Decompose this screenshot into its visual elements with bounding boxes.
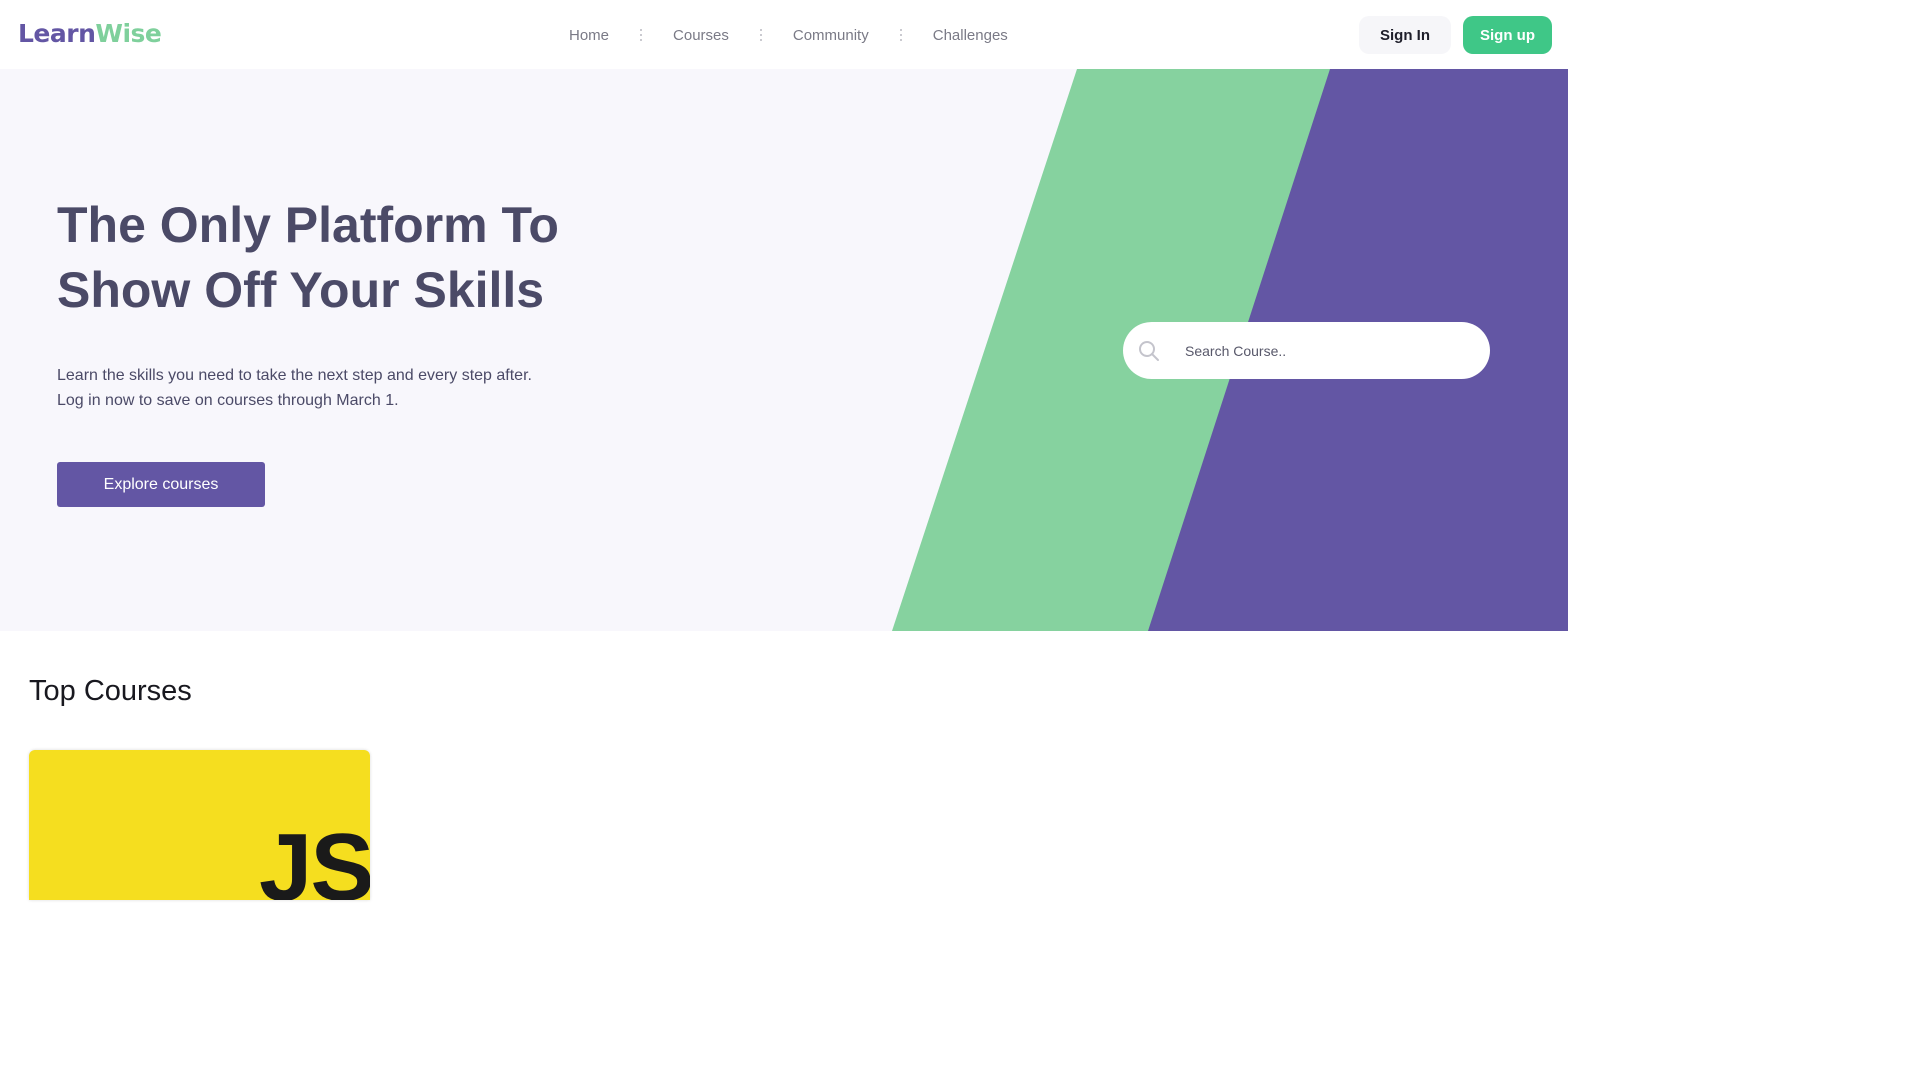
- hero-title: The Only Platform To Show Off Your Skill…: [57, 193, 617, 323]
- nav-item-courses[interactable]: Courses: [664, 27, 738, 44]
- nav-item-home[interactable]: Home: [560, 27, 618, 44]
- sign-up-button[interactable]: Sign up: [1463, 16, 1552, 54]
- course-logo-js: JS: [259, 814, 370, 901]
- brand-logo-part2: Wise: [95, 19, 162, 48]
- nav-item-challenges[interactable]: Challenges: [924, 27, 1017, 44]
- main-nav: Home Courses Community Challenges: [560, 20, 1017, 50]
- top-courses-title: Top Courses: [29, 675, 192, 707]
- course-card[interactable]: JS: [29, 750, 370, 900]
- explore-courses-button[interactable]: Explore courses: [57, 462, 265, 507]
- hero-description: Learn the skills you need to take the ne…: [57, 367, 532, 409]
- search-icon[interactable]: [1137, 339, 1161, 363]
- course-search-bar[interactable]: [1123, 322, 1490, 379]
- brand-logo[interactable]: LearnWise: [18, 18, 162, 50]
- nav-separator: [618, 29, 664, 41]
- site-header: LearnWise Home Courses Community Challen…: [0, 0, 1568, 69]
- nav-item-community[interactable]: Community: [784, 27, 878, 44]
- nav-separator: [878, 29, 924, 41]
- hero-title-line2: Show Off Your Skills: [57, 262, 545, 318]
- hero-section: The Only Platform To Show Off Your Skill…: [0, 69, 1568, 631]
- brand-logo-part1: Learn: [18, 19, 96, 48]
- nav-separator: [738, 29, 784, 41]
- hero-title-line1: The Only Platform To: [57, 197, 559, 253]
- search-input[interactable]: [1185, 336, 1465, 366]
- sign-in-button[interactable]: Sign In: [1359, 16, 1451, 54]
